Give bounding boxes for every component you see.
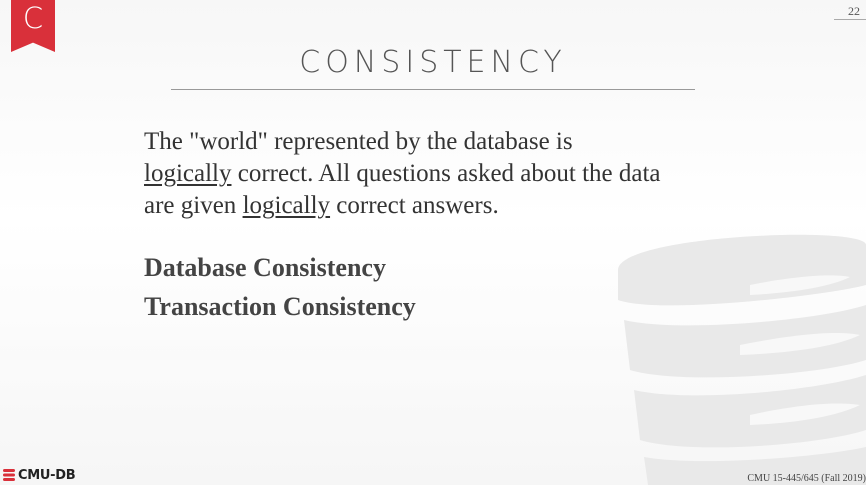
logically-underlined-2: logically (242, 192, 331, 219)
logo-text: CMU-DB (18, 467, 76, 483)
content-body: The "world" represented by the database … (144, 126, 784, 326)
slide-title: CONSISTENCY (299, 45, 567, 80)
paragraph-line-3-end: correct answers. (330, 192, 499, 219)
course-footer: CMU 15-445/645 (Fall 2019) (747, 473, 866, 484)
paragraph-line-3-start: are given (144, 192, 243, 219)
page-number-underline (834, 19, 866, 20)
bookmark-letter: C (22, 1, 44, 35)
list-item-database-consistency: Database Consistency (144, 253, 386, 282)
paragraph-line-2: correct. All questions asked about the d… (231, 160, 661, 187)
logically-underlined-1: logically (144, 160, 232, 187)
cmu-db-logo: CMU-DB (2, 466, 76, 484)
title-divider (171, 89, 695, 90)
database-logo-icon (3, 469, 15, 481)
definition-paragraph: The "world" represented by the database … (144, 126, 784, 222)
list-item-transaction-consistency: Transaction Consistency (144, 292, 416, 321)
page-number: 22 (848, 4, 860, 18)
consistency-list: Database Consistency Transaction Consist… (144, 248, 784, 326)
paragraph-line-1: The "world" represented by the database … (144, 128, 573, 155)
